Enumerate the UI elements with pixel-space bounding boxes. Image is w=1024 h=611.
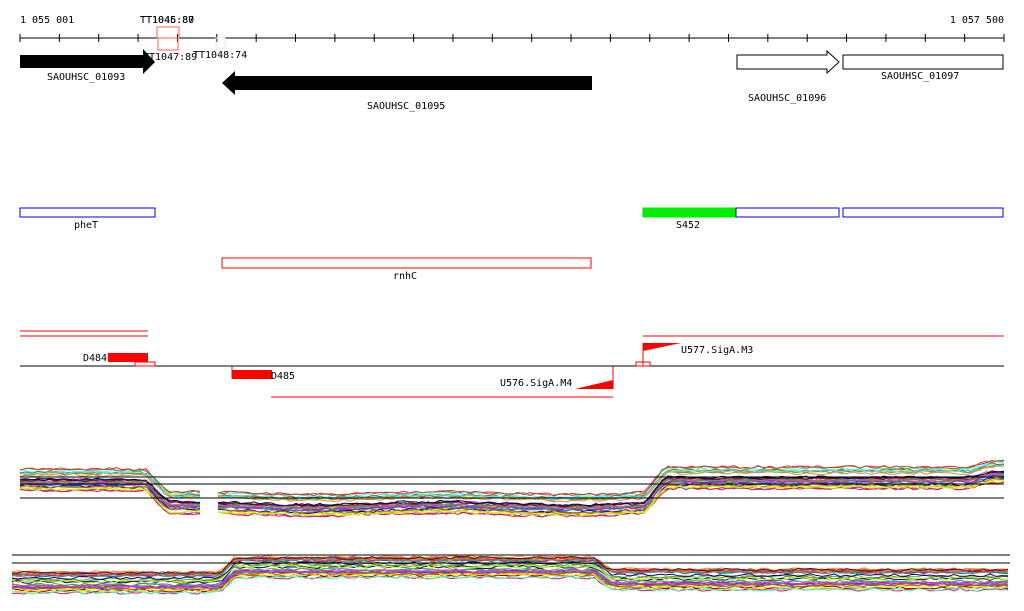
feature-box[interactable] <box>842 207 1004 218</box>
feature-box[interactable] <box>735 207 840 218</box>
feature-pheT[interactable] <box>19 207 156 218</box>
gene-arrow-SAOUHSC_01096[interactable] <box>736 49 840 75</box>
feature-rnhC[interactable] <box>221 257 592 269</box>
expression-track-2 <box>11 554 1010 595</box>
gene-box-SAOUHSC_01097[interactable] <box>842 54 1004 70</box>
ruler-end-label: 1 057 500 <box>950 15 1004 26</box>
terminator-mark[interactable] <box>215 37 226 49</box>
feature-S452[interactable] <box>642 207 737 218</box>
promoter-label: D484 <box>83 353 107 364</box>
promoter-D485[interactable] <box>232 370 272 379</box>
promoter-U576[interactable] <box>575 380 613 389</box>
promoter-label: U576.SigA.M4 <box>500 378 572 389</box>
terminator-mark[interactable] <box>157 37 179 51</box>
feature-label: rnhC <box>393 271 417 282</box>
terminator-label: TT1046:87 <box>140 15 194 26</box>
promoter-label: D485 <box>271 371 295 382</box>
gene-label: SAOUHSC_01095 <box>367 101 445 112</box>
gene-label: SAOUHSC_01096 <box>748 93 826 104</box>
genome-browser: 1 055 001 1 057 500 TT1045:80 TT1046:87 … <box>11 15 1010 595</box>
promoter-label: U577.SigA.M3 <box>681 345 753 356</box>
terminator-label: TT1048:74 <box>193 50 247 61</box>
feature-label: S452 <box>676 220 700 231</box>
promoter-U577[interactable] <box>643 343 681 351</box>
feature-label: pheT <box>74 220 98 231</box>
terminator-mark[interactable] <box>156 26 180 39</box>
gene-label: SAOUHSC_01097 <box>881 71 959 82</box>
expression-track-1 <box>19 459 1005 518</box>
gene-label: SAOUHSC_01093 <box>47 72 125 83</box>
promoter-D484[interactable] <box>108 353 148 362</box>
ruler-start-label: 1 055 001 <box>20 15 74 26</box>
gene-arrow-SAOUHSC_01095[interactable] <box>222 71 592 95</box>
gene-arrow-SAOUHSC_01093[interactable] <box>20 49 155 74</box>
transcript-track: D484 D485 U576.SigA.M4 U577.SigA.M3 <box>20 330 1004 398</box>
